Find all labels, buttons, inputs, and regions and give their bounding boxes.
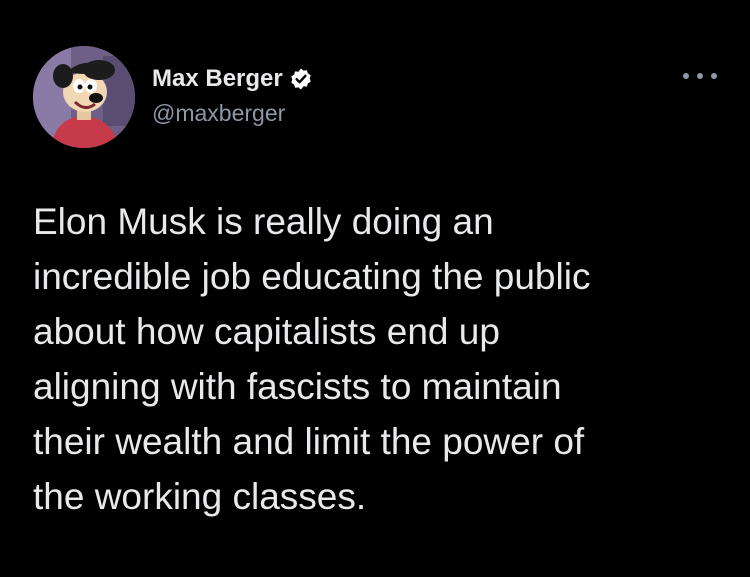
tweet-text-line: incredible job educating the public — [33, 256, 591, 297]
author-name-row[interactable]: Max Berger — [152, 64, 313, 94]
more-dot — [697, 73, 703, 79]
verified-badge-icon — [289, 67, 313, 91]
cartoon-avatar-icon — [33, 46, 135, 148]
tweet-text: Elon Musk is really doing an incredible … — [33, 194, 723, 524]
author-handle[interactable]: @maxberger — [152, 100, 285, 127]
tweet-text-line: about how capitalists end up — [33, 311, 500, 352]
more-dot — [683, 73, 689, 79]
avatar[interactable] — [33, 46, 135, 148]
more-dot — [711, 73, 717, 79]
tweet-card: Max Berger @maxberger Elon Musk is reall… — [0, 0, 750, 577]
tweet-text-line: the working classes. — [33, 476, 367, 517]
tweet-text-line: their wealth and limit the power of — [33, 421, 585, 462]
tweet-text-line: aligning with fascists to maintain — [33, 366, 562, 407]
more-options-icon[interactable] — [683, 68, 717, 84]
tweet-text-line: Elon Musk is really doing an — [33, 201, 494, 242]
author-display-name[interactable]: Max Berger — [152, 65, 283, 93]
